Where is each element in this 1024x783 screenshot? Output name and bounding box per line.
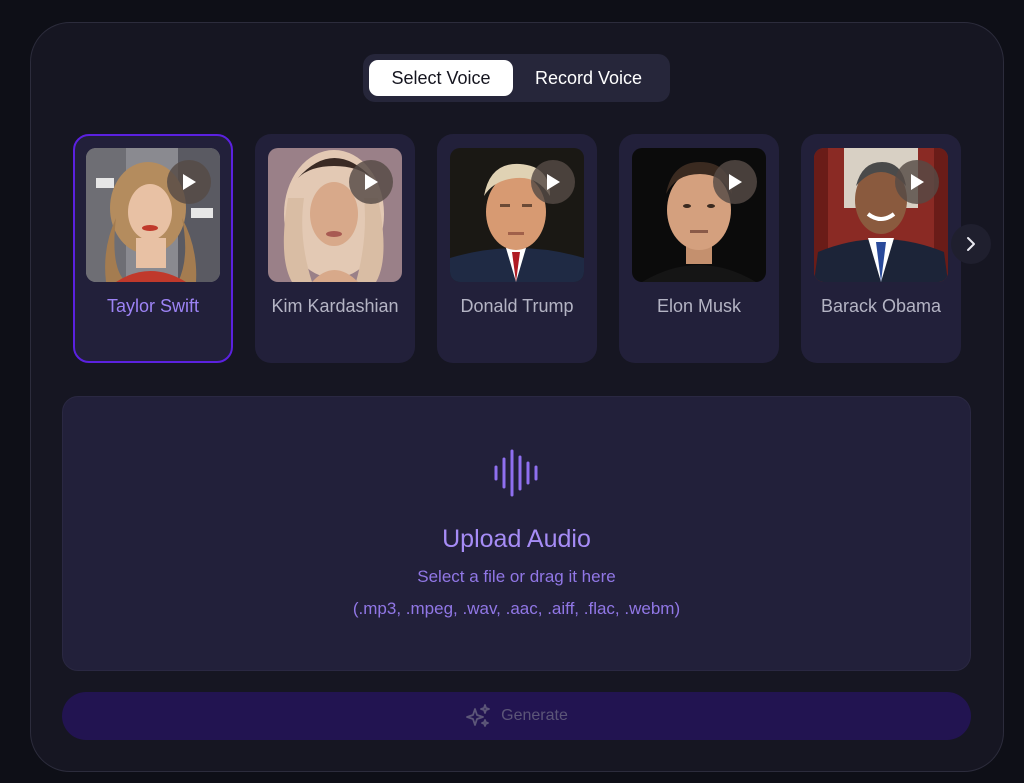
play-preview-button[interactable] (531, 160, 575, 204)
upload-title: Upload Audio (442, 525, 591, 553)
voice-card-donald-trump[interactable]: Donald Trump (437, 134, 597, 363)
play-icon (729, 174, 742, 190)
generate-button[interactable]: Generate (62, 692, 971, 740)
voice-card-barack-obama[interactable]: Barack Obama (801, 134, 961, 363)
play-preview-button[interactable] (349, 160, 393, 204)
upload-subtitle: Select a file or drag it here (417, 567, 616, 586)
audio-waveform-icon (494, 449, 538, 497)
voice-carousel: Taylor Swift Kim Kardashian Donald Trump… (73, 134, 973, 364)
voice-name: Taylor Swift (106, 296, 200, 316)
voice-card-taylor-swift[interactable]: Taylor Swift (73, 134, 233, 363)
play-preview-button[interactable] (167, 160, 211, 204)
upload-audio-dropzone[interactable]: Upload Audio Select a file or drag it he… (62, 396, 971, 671)
voice-name: Elon Musk (656, 296, 742, 316)
play-icon (547, 174, 560, 190)
play-icon (911, 174, 924, 190)
generate-label: Generate (501, 707, 568, 724)
play-preview-button[interactable] (895, 160, 939, 204)
sparkles-icon (466, 704, 491, 727)
carousel-next-button[interactable] (951, 224, 991, 264)
play-icon (183, 174, 196, 190)
play-icon (365, 174, 378, 190)
tab-record-voice[interactable]: Record Voice (513, 60, 664, 96)
voice-card-elon-musk[interactable]: Elon Musk (619, 134, 779, 363)
voice-name: Barack Obama (820, 296, 942, 316)
voice-name: Kim Kardashian (271, 296, 399, 316)
chevron-right-icon (967, 237, 975, 251)
voice-name: Donald Trump (460, 296, 574, 316)
tab-select-voice[interactable]: Select Voice (369, 60, 513, 96)
play-preview-button[interactable] (713, 160, 757, 204)
voice-mode-tabs: Select Voice Record Voice (363, 54, 670, 102)
upload-formats: (.mp3, .mpeg, .wav, .aac, .aiff, .flac, … (352, 599, 681, 618)
voice-card-kim-kardashian[interactable]: Kim Kardashian (255, 134, 415, 363)
